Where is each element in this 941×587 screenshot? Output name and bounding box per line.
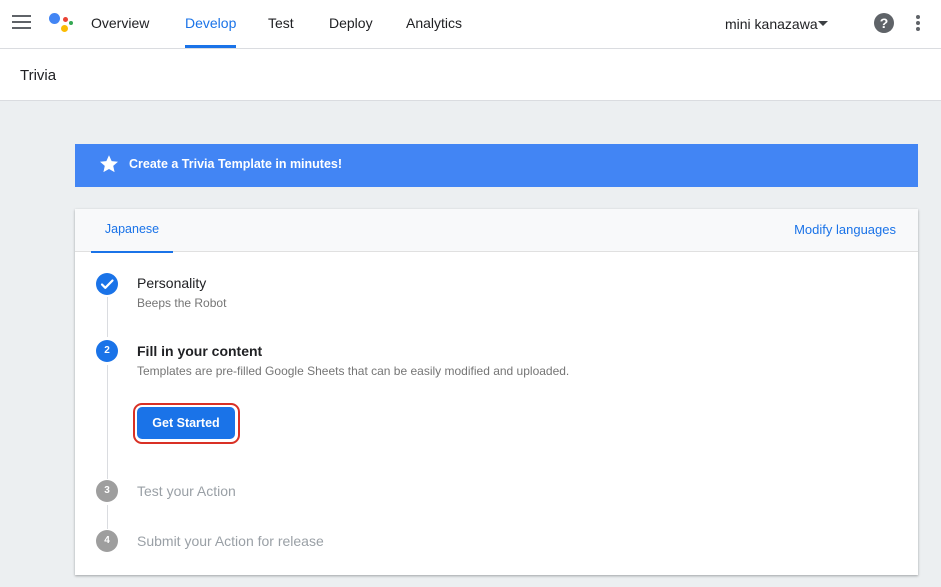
step-4-title: Submit your Action for release — [137, 533, 324, 549]
dropdown-caret-icon[interactable] — [818, 21, 828, 26]
modify-languages-link[interactable]: Modify languages — [794, 222, 896, 237]
step-2-title: Fill in your content — [137, 343, 263, 359]
google-assistant-logo — [48, 12, 74, 34]
get-started-button[interactable]: Get Started — [137, 407, 235, 439]
step-2-subtitle: Templates are pre-filled Google Sheets t… — [137, 364, 570, 378]
step-3-title: Test your Action — [137, 483, 236, 499]
step-1-title: Personality — [137, 275, 207, 291]
step-connector — [107, 365, 108, 479]
account-name[interactable]: mini kanazawa — [725, 16, 818, 32]
tab-analytics[interactable]: Analytics — [406, 0, 462, 48]
step-1-complete-indicator — [96, 273, 118, 295]
tab-test[interactable]: Test — [268, 0, 294, 48]
get-started-highlight: Get Started — [133, 403, 240, 444]
project-title: Trivia — [20, 67, 57, 84]
language-tab-bar: Japanese Modify languages — [75, 209, 918, 253]
top-app-bar: Overview Develop Test Deploy Analytics m… — [0, 0, 941, 49]
menu-icon[interactable] — [12, 15, 31, 30]
step-connector — [107, 297, 108, 337]
template-setup-card: Japanese Modify languages Personality Be… — [75, 209, 918, 575]
checkmark-icon — [100, 279, 114, 289]
tab-overview[interactable]: Overview — [91, 0, 149, 48]
step-2-indicator: 2 — [96, 340, 118, 362]
tab-develop[interactable]: Develop — [185, 0, 237, 48]
help-icon[interactable]: ? — [874, 13, 894, 33]
step-3-indicator: 3 — [96, 480, 118, 502]
star-icon — [100, 155, 118, 173]
tab-japanese[interactable]: Japanese — [91, 209, 173, 253]
template-banner: Create a Trivia Template in minutes! — [75, 144, 918, 187]
step-1-subtitle: Beeps the Robot — [137, 296, 227, 310]
project-header: Trivia — [0, 49, 941, 101]
more-vert-icon[interactable] — [916, 15, 920, 31]
banner-text: Create a Trivia Template in minutes! — [129, 157, 343, 171]
tab-deploy[interactable]: Deploy — [329, 0, 373, 48]
step-4-indicator: 4 — [96, 530, 118, 552]
step-connector — [107, 505, 108, 529]
